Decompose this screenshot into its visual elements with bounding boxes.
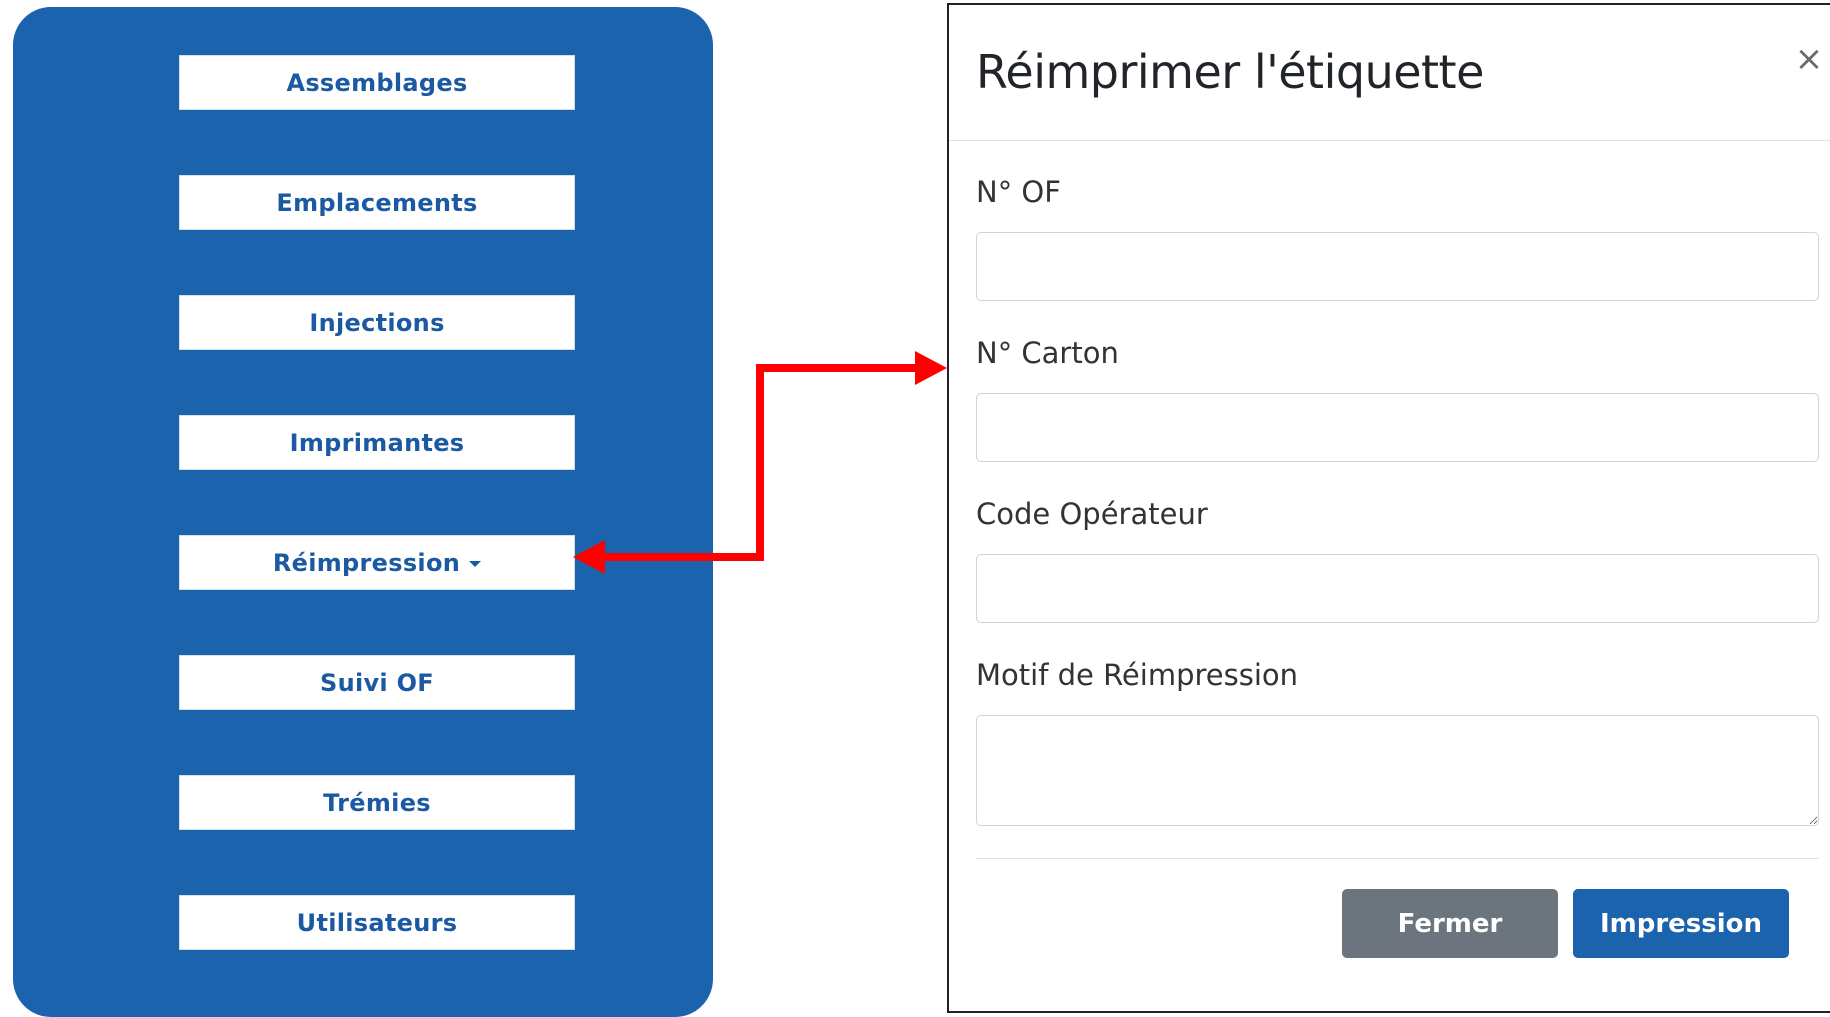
modal-footer-divider bbox=[976, 858, 1819, 859]
reprint-reason-label: Motif de Réimpression bbox=[976, 658, 1299, 692]
of-number-label: N° OF bbox=[976, 175, 1061, 209]
reprint-label-modal: Réimprimer l'étiquette × N° OF N° Carton… bbox=[947, 3, 1830, 1013]
reprint-reason-textarea[interactable] bbox=[976, 715, 1819, 826]
carton-number-input[interactable] bbox=[976, 393, 1819, 462]
modal-header: Réimprimer l'étiquette × bbox=[949, 5, 1830, 141]
of-number-input[interactable] bbox=[976, 232, 1819, 301]
modal-title: Réimprimer l'étiquette bbox=[976, 45, 1484, 99]
operator-code-input[interactable] bbox=[976, 554, 1819, 623]
carton-number-label: N° Carton bbox=[976, 336, 1119, 370]
close-icon[interactable]: × bbox=[1789, 39, 1829, 79]
arrow-head-left bbox=[573, 540, 605, 574]
operator-code-label: Code Opérateur bbox=[976, 497, 1208, 531]
print-button[interactable]: Impression bbox=[1573, 889, 1789, 958]
close-button[interactable]: Fermer bbox=[1342, 889, 1558, 958]
connector-arrow-line bbox=[600, 364, 920, 561]
arrow-head-right bbox=[915, 351, 947, 385]
